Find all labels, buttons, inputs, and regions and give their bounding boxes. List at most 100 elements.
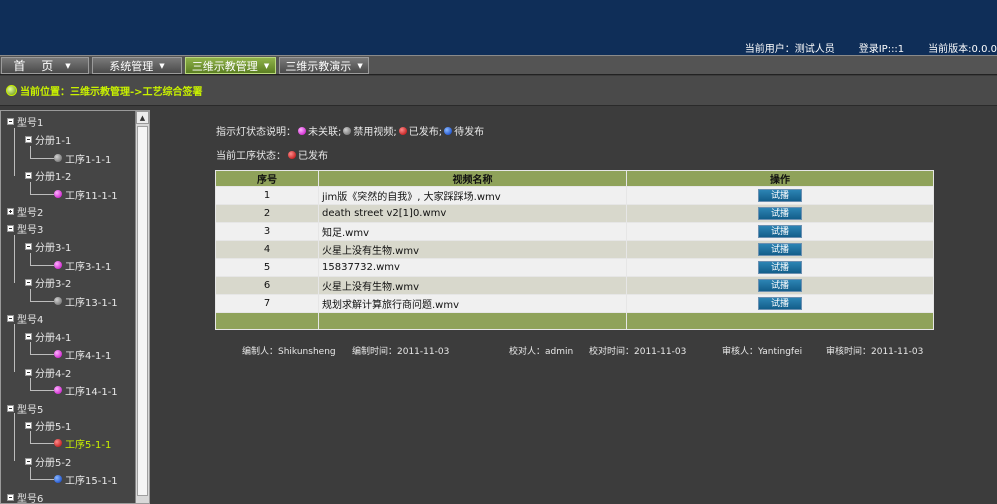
- collapse-icon[interactable]: [25, 457, 32, 465]
- table-row: 2 death street v2[1]0.wmv 试播: [215, 204, 934, 223]
- tree-node-process-3-1-1[interactable]: 工序3-1-1: [54, 258, 111, 273]
- compile-time: 编制时间：2011-11-03: [352, 347, 450, 357]
- tree-node-volume-1-2[interactable]: 分册1-2: [25, 168, 71, 183]
- collapse-icon[interactable]: [25, 332, 32, 340]
- collapse-icon[interactable]: [25, 421, 32, 429]
- tree-node-process-1-1-1[interactable]: 工序1-1-1: [54, 151, 111, 166]
- table-row: 3 知足.wmv 试播: [215, 222, 934, 241]
- collapse-icon[interactable]: [7, 224, 14, 232]
- menu-system-management[interactable]: 系统管理 ▼: [92, 57, 182, 74]
- location-icon: [6, 85, 17, 96]
- table-row: 1 jim版《突然的自我》, 大家踩踩场.wmv 试播: [215, 186, 934, 205]
- tree-scrollbar[interactable]: ▲: [135, 111, 149, 503]
- tree-node-volume-4-2[interactable]: 分册4-2: [25, 365, 71, 380]
- tree-node-process-14-1-1[interactable]: 工序14-1-1: [54, 383, 118, 398]
- menu-home[interactable]: 首 页 ▼: [1, 57, 89, 74]
- tree-node-volume-5-2[interactable]: 分册5-2: [25, 454, 71, 469]
- play-button[interactable]: 试播: [758, 189, 802, 202]
- sidebar-tree-panel: 型号1 分册1-1 工序1-1-1 分册1-2 工序11-1-1 型号2 型号3: [0, 110, 150, 504]
- collapse-icon[interactable]: [7, 404, 14, 412]
- collapse-icon[interactable]: [25, 278, 32, 286]
- tree-node-process-13-1-1[interactable]: 工序13-1-1: [54, 294, 118, 309]
- status-unlinked-icon: [54, 261, 62, 269]
- menu-3d-teaching-management[interactable]: 三维示教管理 ▼: [185, 57, 276, 74]
- app-version: 当前版本:0.0.0: [928, 44, 997, 55]
- header-seq: 序号: [215, 170, 319, 187]
- chevron-down-icon: ▼: [357, 61, 363, 70]
- collapse-icon[interactable]: [7, 493, 14, 501]
- legend-disabled: 禁用视频;: [353, 127, 397, 138]
- proofreader: 校对人：admin: [509, 347, 574, 357]
- collapse-icon[interactable]: [25, 135, 32, 143]
- published-status-icon: [398, 126, 407, 135]
- tree-node-model-1[interactable]: 型号1: [7, 114, 43, 129]
- play-button[interactable]: 试播: [758, 279, 802, 292]
- login-ip: 登录IP:::1: [858, 44, 905, 55]
- status-pending-icon: [54, 475, 62, 483]
- disabled-status-icon: [343, 126, 352, 135]
- tree-node-volume-1-1[interactable]: 分册1-1: [25, 132, 71, 147]
- tree-node-model-5[interactable]: 型号5: [7, 401, 43, 416]
- tree-node-model-6[interactable]: 型号6: [7, 490, 43, 503]
- tree-node-model-2[interactable]: 型号2: [7, 204, 43, 219]
- status-disabled-icon: [54, 154, 62, 162]
- tree: 型号1 分册1-1 工序1-1-1 分册1-2 工序11-1-1 型号2 型号3: [1, 111, 135, 503]
- breadcrumb-text: 当前位置：三维示教管理->工艺综合签署: [20, 87, 203, 98]
- chevron-down-icon: ▼: [159, 61, 165, 70]
- table-row: 6 火星上没有生物.wmv 试播: [215, 276, 934, 295]
- menu-home-label: 首 页: [13, 59, 60, 73]
- header-operation: 操作: [626, 170, 934, 187]
- table-footer-row: [215, 312, 934, 330]
- current-user: 当前用户：测试人员: [744, 44, 835, 55]
- play-button[interactable]: 试播: [758, 225, 802, 238]
- collapse-icon[interactable]: [25, 242, 32, 250]
- tree-node-model-3[interactable]: 型号3: [7, 221, 43, 236]
- video-table: 序号 视频名称 操作 1 jim版《突然的自我》, 大家踩踩场.wmv 试播 2…: [215, 170, 934, 330]
- tree-node-volume-3-2[interactable]: 分册3-2: [25, 275, 71, 290]
- unlinked-status-icon: [298, 126, 306, 135]
- legend-prefix: 指示灯状态说明：: [216, 127, 296, 138]
- play-button[interactable]: 试播: [758, 207, 802, 220]
- expand-icon[interactable]: [7, 207, 14, 215]
- tree-node-process-15-1-1[interactable]: 工序15-1-1: [54, 472, 118, 487]
- table-row: 7 规划求解计算旅行商问题.wmv 试播: [215, 294, 934, 313]
- status-unlinked-icon: [54, 190, 62, 198]
- tree-node-volume-3-1[interactable]: 分册3-1: [25, 239, 71, 254]
- chevron-down-icon: ▼: [263, 61, 270, 70]
- play-button[interactable]: 试播: [758, 297, 802, 310]
- collapse-icon[interactable]: [7, 117, 14, 125]
- play-button[interactable]: 试播: [758, 261, 802, 274]
- status-value: 已发布: [298, 151, 328, 162]
- main-content: 指示灯状态说明： 未关联; 禁用视频; 已发布; 待发布 当前工序状态： 已发布…: [150, 110, 997, 504]
- proof-time: 校对时间：2011-11-03: [589, 347, 687, 357]
- menu-3d-teaching-demo[interactable]: 三维示教演示 ▼: [279, 57, 369, 74]
- compiler: 编制人：Shikunsheng: [242, 347, 336, 357]
- reviewer: 审核人：Yantingfei: [722, 347, 803, 357]
- tree-node-process-4-1-1[interactable]: 工序4-1-1: [54, 347, 111, 362]
- scrollbar-thumb[interactable]: [137, 126, 148, 496]
- status-disabled-icon: [54, 297, 62, 305]
- breadcrumb: 当前位置：三维示教管理->工艺综合签署: [0, 76, 997, 106]
- table-row: 4 火星上没有生物.wmv 试播: [215, 240, 934, 259]
- collapse-icon[interactable]: [7, 314, 14, 322]
- tree-node-volume-4-1[interactable]: 分册4-1: [25, 329, 71, 344]
- current-process-status: 当前工序状态： 已发布: [216, 147, 328, 162]
- collapse-icon[interactable]: [25, 368, 32, 376]
- review-time: 审核时间：2011-11-03: [826, 347, 924, 357]
- collapse-icon[interactable]: [25, 171, 32, 179]
- tree-node-volume-5-1[interactable]: 分册5-1: [25, 418, 71, 433]
- legend-pending: 待发布: [454, 127, 485, 138]
- tree-node-process-5-1-1[interactable]: 工序5-1-1: [54, 436, 111, 451]
- play-button[interactable]: 试播: [758, 243, 802, 256]
- scroll-up-arrow-icon[interactable]: ▲: [136, 111, 149, 124]
- status-prefix: 当前工序状态：: [216, 151, 286, 162]
- tree-node-process-11-1-1[interactable]: 工序11-1-1: [54, 187, 118, 202]
- main-menu: 首 页 ▼ 系统管理 ▼ 三维示教管理 ▼ 三维示教演示 ▼: [0, 55, 997, 75]
- legend-unlinked: 未关联;: [308, 127, 342, 138]
- status-legend: 指示灯状态说明： 未关联; 禁用视频; 已发布; 待发布: [216, 123, 484, 138]
- top-banner: 当前用户：测试人员 登录IP:::1 当前版本:0.0.0: [0, 0, 997, 55]
- status-unlinked-icon: [54, 350, 62, 358]
- table-header-row: 序号 视频名称 操作: [215, 170, 934, 187]
- tree-node-model-4[interactable]: 型号4: [7, 311, 43, 326]
- status-published-icon: [54, 439, 62, 447]
